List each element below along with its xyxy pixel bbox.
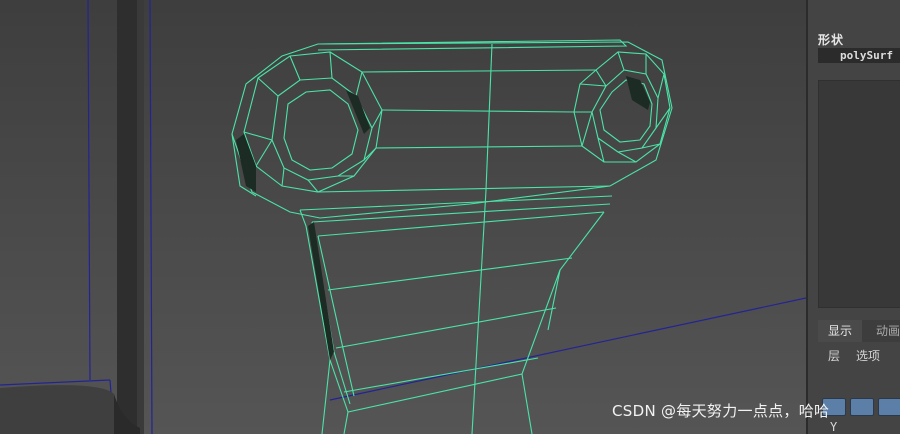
shape-name-field[interactable]: polySurf — [818, 48, 900, 63]
tab-display[interactable]: 显示 — [818, 320, 863, 342]
3d-viewport[interactable] — [0, 0, 806, 434]
viewport-canvas[interactable] — [0, 0, 806, 434]
layer-button-2[interactable] — [850, 398, 874, 416]
axis-label: Y — [830, 420, 838, 434]
panel-content-area — [818, 80, 900, 308]
layer-button-3[interactable] — [878, 398, 900, 416]
menu-options[interactable]: 选项 — [856, 347, 880, 364]
attribute-editor-panel: 形状 polySurf 显示 动画 层 选项 Y — [806, 0, 900, 434]
maya-window: 形状 polySurf 显示 动画 层 选项 Y CSDN @每天努力一点点，哈… — [0, 0, 900, 434]
tab-animation[interactable]: 动画 — [876, 320, 900, 342]
watermark: CSDN @每天努力一点点，哈哈 — [612, 402, 830, 420]
shape-section-title: 形状 — [818, 33, 845, 47]
menu-layers[interactable]: 层 — [828, 347, 840, 364]
layer-toolbar — [822, 398, 900, 418]
